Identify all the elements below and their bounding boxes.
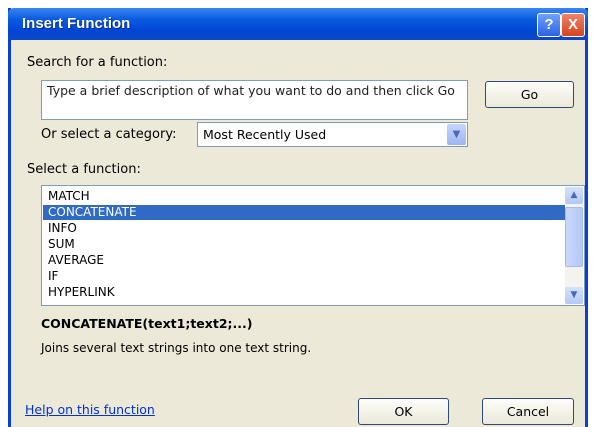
title-bar[interactable]: Insert Function ? X [8, 8, 588, 40]
category-label: Or select a category: [41, 127, 177, 142]
go-button[interactable]: Go [485, 81, 574, 108]
help-link[interactable]: Help on this function [25, 402, 155, 417]
list-item[interactable]: AVERAGE [43, 253, 565, 268]
scroll-down-icon[interactable]: ▼ [565, 287, 583, 304]
search-input[interactable]: Type a brief description of what you wan… [41, 80, 468, 120]
function-signature: CONCATENATE(text1;text2;...) [41, 316, 253, 331]
function-list[interactable]: MATCH CONCATENATE INFO SUM AVERAGE IF HY… [41, 185, 585, 306]
list-item[interactable]: INFO [43, 221, 565, 236]
list-item[interactable]: IF [43, 269, 565, 284]
list-item[interactable]: HYPERLINK [43, 285, 565, 300]
function-description: Joins several text strings into one text… [41, 341, 312, 355]
list-item[interactable]: SUM [43, 237, 565, 252]
list-item[interactable]: MATCH [43, 189, 565, 204]
category-value: Most Recently Used [203, 127, 327, 142]
dialog-title: Insert Function [22, 15, 131, 32]
scroll-up-icon[interactable]: ▲ [565, 187, 583, 204]
help-icon[interactable]: ? [537, 13, 561, 37]
ok-button[interactable]: OK [358, 398, 449, 425]
search-label: Search for a function: [27, 55, 168, 70]
chevron-down-icon[interactable]: ▼ [447, 124, 466, 145]
cancel-button[interactable]: Cancel [482, 398, 574, 425]
category-select[interactable]: Most Recently Used ▼ [197, 122, 468, 147]
close-icon[interactable]: X [561, 13, 585, 37]
function-list-label: Select a function: [27, 162, 141, 177]
list-item-selected[interactable]: CONCATENATE [43, 205, 565, 220]
scroll-thumb[interactable] [565, 207, 583, 267]
list-scrollbar[interactable]: ▲ ▼ [565, 187, 583, 304]
